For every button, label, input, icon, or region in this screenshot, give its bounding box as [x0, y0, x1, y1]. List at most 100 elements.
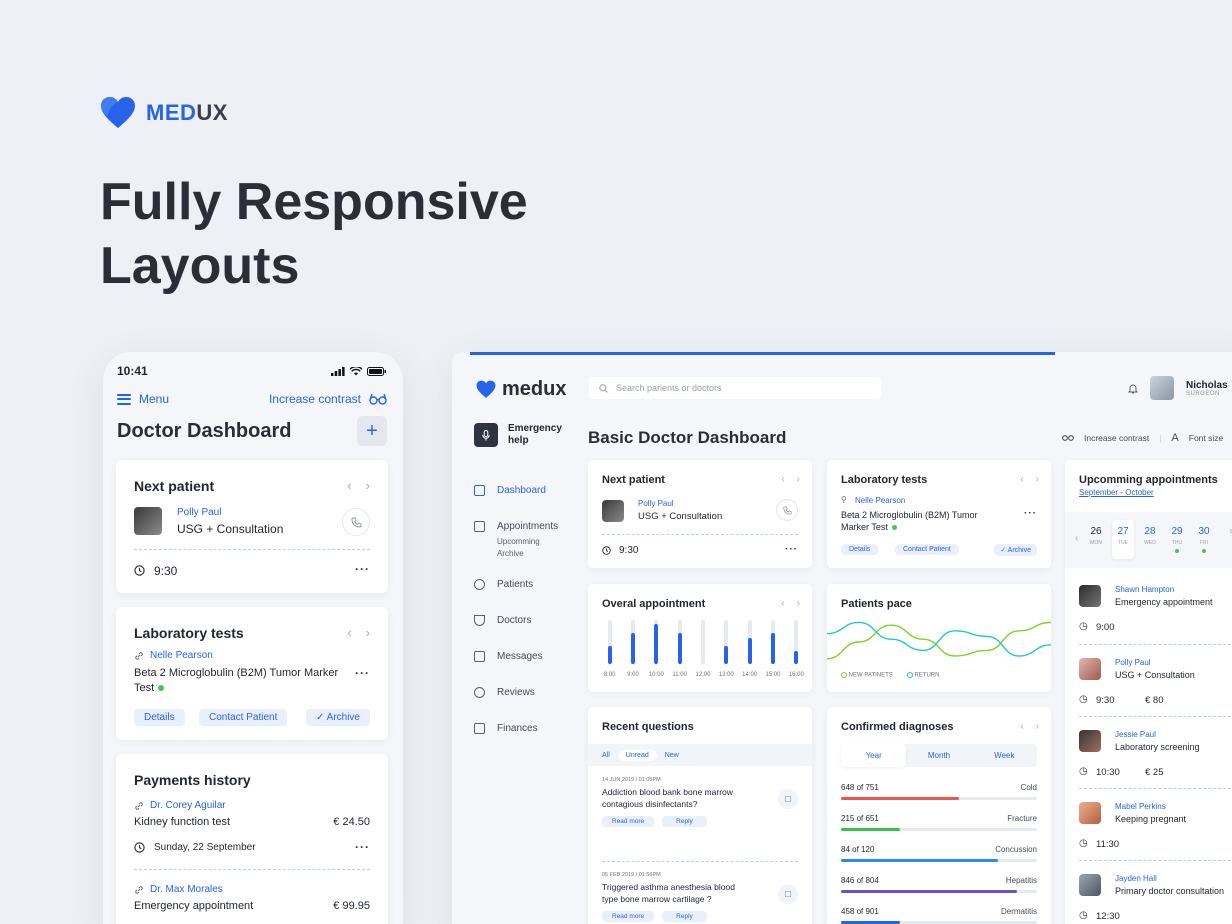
more-options-icon[interactable]: ··· [355, 666, 370, 680]
patient-avatar [134, 507, 162, 535]
patient-name[interactable]: Nelle Pearson [150, 650, 213, 661]
patient-avatar [1079, 802, 1101, 824]
appointment-item: Shawn Hampton Emergency appointment ◷ 9:00 [1079, 572, 1232, 644]
tab-new[interactable]: New [665, 752, 679, 759]
prev-arrow-icon[interactable]: ‹ [781, 474, 784, 485]
microphone-icon [474, 423, 498, 447]
next-patient-card: Next patient ‹ › Polly Paul USG + Consult… [588, 460, 812, 568]
search-input[interactable]: Search parients or doctors [589, 377, 881, 399]
question-item: 05 FEB 2019 / 01:56PM Triggered asthma an… [602, 861, 798, 924]
prev-arrow-icon[interactable]: ‹ [1020, 474, 1023, 485]
call-button[interactable] [342, 508, 370, 536]
next-patient-card: Next patient ‹ › Polly Paul USG + Consul… [116, 460, 388, 593]
bar [794, 650, 799, 664]
date-range-link[interactable]: September - October [1079, 488, 1154, 497]
question-date: 05 FEB 2019 / 01:56PM [602, 872, 661, 878]
patient-name[interactable]: Jayden Hall [1115, 874, 1157, 883]
read-more-button[interactable]: Read more [602, 816, 655, 827]
emergency-help-button[interactable]: Emergency help [474, 423, 562, 447]
next-arrow-icon[interactable]: › [1036, 474, 1039, 485]
read-more-button[interactable]: Read more [602, 911, 655, 922]
heart-logo-icon [476, 380, 496, 398]
patient-name[interactable]: Polly Paul [177, 507, 221, 518]
reply-button[interactable]: Reply [662, 816, 707, 827]
font-size-button[interactable]: Font size [1189, 433, 1224, 443]
calendar-day[interactable]: 30 FRI [1193, 520, 1215, 559]
more-options-icon[interactable]: ··· [1024, 508, 1037, 519]
archive-button[interactable]: ✓ Archive [994, 544, 1037, 556]
progress-fill [841, 828, 900, 831]
progress-track [841, 890, 1037, 893]
sidebar-item-doctors[interactable]: Doctors [474, 602, 584, 638]
prev-arrow-icon[interactable]: ‹ [1075, 533, 1078, 544]
contact-patient-button[interactable]: Contact Patient [199, 709, 288, 726]
prev-arrow-icon[interactable]: ‹ [781, 598, 784, 609]
next-arrow-icon[interactable]: › [797, 474, 800, 485]
sidebar-item-messages[interactable]: Messages [474, 638, 584, 674]
menu-button[interactable]: Menu [117, 392, 169, 406]
card-title: Patients pace [841, 598, 912, 610]
add-button[interactable]: + [357, 416, 387, 446]
appointment-type: Keeping pregnant [1115, 814, 1187, 824]
patient-name[interactable]: Nelle Pearson [855, 496, 905, 505]
tab-week[interactable]: Week [972, 744, 1037, 767]
patient-name[interactable]: Polly Paul [1115, 658, 1151, 667]
archive-button[interactable]: ✓ Archive [306, 709, 370, 726]
sidebar-item-patients[interactable]: Patients [474, 566, 584, 602]
next-arrow-icon[interactable]: › [366, 478, 370, 493]
doctor-name[interactable]: Dr. Corey Aguilar [150, 800, 226, 811]
patient-avatar [602, 500, 624, 522]
prev-arrow-icon[interactable]: ‹ [1020, 721, 1023, 732]
prev-arrow-icon[interactable]: ‹ [347, 478, 351, 493]
calendar-day[interactable]: 28 WED [1139, 520, 1161, 559]
sidebar-sub-archive[interactable]: Archive [497, 548, 584, 560]
user-menu[interactable]: Nicholas SURGEON [1128, 376, 1228, 400]
bar [747, 637, 752, 664]
bell-icon[interactable] [1128, 383, 1138, 394]
chat-icon[interactable]: ☐ [778, 789, 798, 809]
tab-year[interactable]: Year [841, 744, 907, 767]
loading-bar [470, 352, 1055, 355]
calendar-day[interactable]: 29 THU [1166, 520, 1188, 559]
details-button[interactable]: Details [841, 544, 879, 555]
calendar-day[interactable]: S [1220, 520, 1232, 559]
next-arrow-icon[interactable]: › [366, 625, 370, 640]
increase-contrast-button[interactable]: Increase contrast [1084, 433, 1149, 443]
reply-button[interactable]: Reply [662, 911, 707, 922]
tab-month[interactable]: Month [906, 744, 971, 767]
prev-arrow-icon[interactable]: ‹ [347, 625, 351, 640]
calendar-day[interactable]: 27 TUE [1112, 520, 1134, 559]
diagnosis-name: Concussion [995, 845, 1037, 854]
more-options-icon[interactable]: ··· [355, 562, 370, 576]
question-date: 14 JUN 2019 / 01:05PM [602, 777, 661, 783]
doctor-name[interactable]: Dr. Max Morales [150, 884, 223, 895]
patient-name[interactable]: Jessie Paul [1115, 730, 1156, 739]
more-options-icon[interactable]: ··· [785, 544, 798, 555]
details-button[interactable]: Details [134, 709, 185, 726]
next-arrow-icon[interactable]: › [797, 598, 800, 609]
calendar-day[interactable]: 26 MON [1085, 520, 1107, 559]
menu-label: Menu [139, 392, 170, 406]
next-arrow-icon[interactable]: › [1036, 721, 1039, 732]
patient-name[interactable]: Polly Paul [638, 499, 674, 508]
tab-unread[interactable]: Unread [617, 749, 657, 761]
wallet-icon [474, 722, 485, 734]
sidebar-sub-upcoming[interactable]: Upcomming [497, 536, 584, 548]
chat-icon[interactable]: ☐ [778, 884, 798, 904]
contact-patient-button[interactable]: Contact Patient [895, 544, 959, 555]
sidebar-item-finances[interactable]: Finances [474, 710, 584, 746]
patient-name[interactable]: Shawn Hampton [1115, 585, 1174, 594]
call-button[interactable] [776, 499, 798, 521]
bar-track [654, 620, 659, 664]
diagnosis-name: Hepatitis [1005, 876, 1037, 885]
legend-return: RETURN [906, 672, 939, 679]
patient-name[interactable]: Mabel Perkins [1115, 802, 1166, 811]
sidebar-item-dashboard[interactable]: Dashboard [474, 472, 584, 508]
question-text: type bone marrow cartilage ? [602, 894, 712, 904]
diagnosis-count: 458 of 901 [841, 907, 879, 916]
tab-all[interactable]: All [602, 752, 610, 759]
sidebar-item-reviews[interactable]: Reviews [474, 674, 584, 710]
day-weekday: S [1229, 529, 1232, 535]
increase-contrast-button[interactable]: Increase contrast [269, 392, 387, 406]
more-options-icon[interactable]: ··· [355, 840, 370, 854]
